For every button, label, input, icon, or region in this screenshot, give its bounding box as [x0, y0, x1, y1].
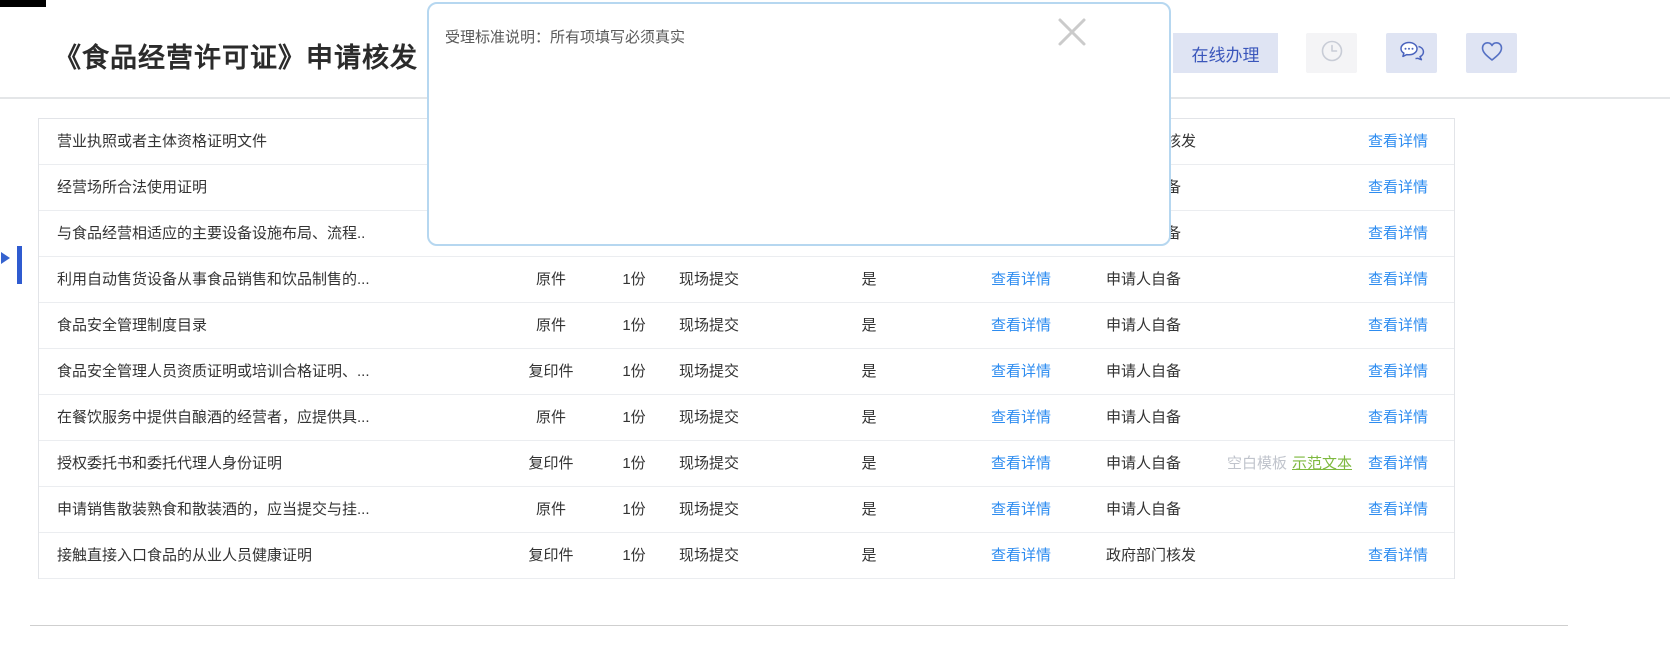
view-detail-link[interactable]: 查看详情 — [1368, 395, 1428, 441]
material-source: 申请人自备 — [1106, 487, 1181, 533]
material-name: 经营场所合法使用证明 — [57, 165, 207, 211]
material-form: 原件 — [491, 303, 611, 349]
heart-icon — [1478, 38, 1506, 69]
material-source: 申请人自备 — [1106, 349, 1181, 395]
material-count: 1份 — [594, 487, 674, 533]
consult-button[interactable] — [1386, 33, 1437, 73]
required-flag: 是 — [839, 303, 899, 349]
material-form: 原件 — [491, 487, 611, 533]
material-form: 原件 — [491, 395, 611, 441]
material-source: 申请人自备 — [1106, 257, 1181, 303]
view-detail-link[interactable]: 查看详情 — [991, 395, 1051, 441]
view-detail-link[interactable]: 查看详情 — [1368, 487, 1428, 533]
material-name: 食品安全管理人员资质证明或培训合格证明、... — [57, 349, 370, 395]
material-form: 复印件 — [491, 349, 611, 395]
row-pointer-icon — [1, 252, 10, 264]
view-detail-link[interactable]: 查看详情 — [991, 257, 1051, 303]
view-detail-link[interactable]: 查看详情 — [991, 487, 1051, 533]
material-name: 营业执照或者主体资格证明文件 — [57, 119, 267, 165]
material-count: 1份 — [594, 349, 674, 395]
blank-template-link[interactable]: 空白模板 — [1227, 441, 1287, 487]
submit-method: 现场提交 — [679, 395, 799, 441]
material-form: 复印件 — [491, 441, 611, 487]
view-detail-link[interactable]: 查看详情 — [991, 533, 1051, 579]
view-detail-link[interactable]: 查看详情 — [1368, 533, 1428, 579]
material-name: 利用自动售货设备从事食品销售和饮品制售的... — [57, 257, 370, 303]
material-source: 政府部门核发 — [1106, 533, 1196, 579]
material-name: 接触直接入口食品的从业人员健康证明 — [57, 533, 312, 579]
page: 《食品经营许可证》申请核发 在线办理 — [0, 0, 1670, 663]
history-button[interactable] — [1306, 33, 1357, 73]
acceptance-standard-popup: 受理标准说明：所有项填写必须真实 — [427, 2, 1171, 246]
view-detail-link[interactable]: 查看详情 — [1368, 257, 1428, 303]
submit-method: 现场提交 — [679, 303, 799, 349]
view-detail-link[interactable]: 查看详情 — [1368, 349, 1428, 395]
clock-icon — [1319, 38, 1345, 69]
view-detail-link[interactable]: 查看详情 — [1368, 441, 1428, 487]
required-flag: 是 — [839, 487, 899, 533]
table-row: 申请销售散装熟食和散装酒的，应当提交与挂... 原件 1份 现场提交 是 查看详… — [39, 487, 1454, 533]
table-row: 利用自动售货设备从事食品销售和饮品制售的... 原件 1份 现场提交 是 查看详… — [39, 257, 1454, 303]
close-icon[interactable] — [1055, 15, 1089, 49]
required-flag: 是 — [839, 533, 899, 579]
popup-text: 受理标准说明：所有项填写必须真实 — [445, 26, 685, 47]
view-detail-link[interactable]: 查看详情 — [1368, 303, 1428, 349]
view-detail-link[interactable]: 查看详情 — [1368, 165, 1428, 211]
required-flag: 是 — [839, 349, 899, 395]
table-row: 授权委托书和委托代理人身份证明 复印件 1份 现场提交 是 查看详情 申请人自备… — [39, 441, 1454, 487]
submit-method: 现场提交 — [679, 533, 799, 579]
submit-method: 现场提交 — [679, 257, 799, 303]
section-divider — [30, 625, 1568, 626]
view-detail-link[interactable]: 查看详情 — [1368, 211, 1428, 257]
material-name: 食品安全管理制度目录 — [57, 303, 207, 349]
required-flag: 是 — [839, 441, 899, 487]
favorite-button[interactable] — [1466, 33, 1517, 73]
material-form: 原件 — [491, 257, 611, 303]
required-flag: 是 — [839, 257, 899, 303]
material-name: 在餐饮服务中提供自酿酒的经营者，应提供具... — [57, 395, 370, 441]
screen-corner-artifact — [0, 0, 46, 7]
material-name: 与食品经营相适应的主要设备设施布局、流程.. — [57, 211, 365, 257]
active-row-indicator[interactable] — [17, 246, 22, 284]
material-count: 1份 — [594, 533, 674, 579]
material-source: 申请人自备 — [1106, 303, 1181, 349]
page-title: 《食品经营许可证》申请核发 — [54, 36, 418, 75]
online-processing-button[interactable]: 在线办理 — [1173, 33, 1278, 73]
material-count: 1份 — [594, 303, 674, 349]
material-count: 1份 — [594, 395, 674, 441]
material-name: 授权委托书和委托代理人身份证明 — [57, 441, 282, 487]
material-count: 1份 — [594, 257, 674, 303]
table-row: 接触直接入口食品的从业人员健康证明 复印件 1份 现场提交 是 查看详情 政府部… — [39, 533, 1454, 579]
online-processing-label: 在线办理 — [1192, 41, 1260, 66]
table-row: 食品安全管理制度目录 原件 1份 现场提交 是 查看详情 申请人自备 查看详情 — [39, 303, 1454, 349]
view-detail-link[interactable]: 查看详情 — [991, 303, 1051, 349]
table-row: 食品安全管理人员资质证明或培训合格证明、... 复印件 1份 现场提交 是 查看… — [39, 349, 1454, 395]
table-row: 在餐饮服务中提供自酿酒的经营者，应提供具... 原件 1份 现场提交 是 查看详… — [39, 395, 1454, 441]
chat-icon — [1398, 38, 1426, 69]
sample-text-link[interactable]: 示范文本 — [1292, 441, 1352, 487]
material-source: 申请人自备 — [1106, 441, 1181, 487]
submit-method: 现场提交 — [679, 349, 799, 395]
material-source: 申请人自备 — [1106, 395, 1181, 441]
view-detail-link[interactable]: 查看详情 — [991, 441, 1051, 487]
submit-method: 现场提交 — [679, 487, 799, 533]
submit-method: 现场提交 — [679, 441, 799, 487]
view-detail-link[interactable]: 查看详情 — [991, 349, 1051, 395]
required-flag: 是 — [839, 395, 899, 441]
material-count: 1份 — [594, 441, 674, 487]
material-form: 复印件 — [491, 533, 611, 579]
view-detail-link[interactable]: 查看详情 — [1368, 119, 1428, 165]
material-name: 申请销售散装熟食和散装酒的，应当提交与挂... — [57, 487, 370, 533]
